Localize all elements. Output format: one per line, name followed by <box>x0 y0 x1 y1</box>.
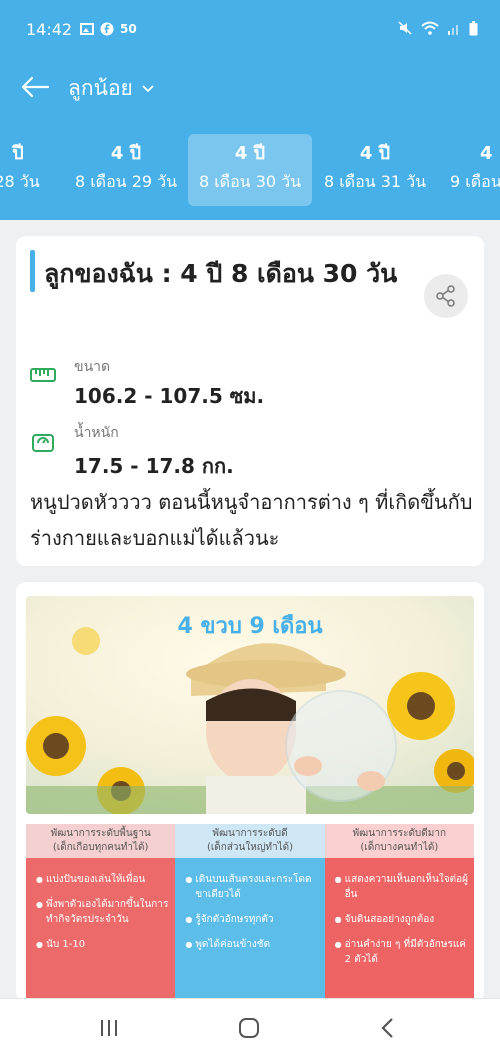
scale-icon <box>32 434 54 452</box>
level-column-good: พัฒนาการระดับดี (เด็กส่วนใหญ่ทำได้) เดิน… <box>175 824 325 1002</box>
recent-apps-icon[interactable] <box>94 1015 124 1041</box>
level-column-excellent: พัฒนาการระดับดีมาก (เด็กบางคนทำได้) แสดง… <box>324 824 474 1002</box>
infographic-title: 4 ขวบ 9 เดือน <box>177 614 323 639</box>
child-photo: 4 ขวบ 9 เดือน <box>26 596 474 814</box>
tab-age-selected[interactable]: 4 ปี 8 เดือน 30 วัน <box>188 134 312 206</box>
list-item: จับดินสออย่างถูกต้อง <box>335 912 468 927</box>
facebook-icon <box>100 22 114 36</box>
wifi-icon <box>421 21 439 35</box>
weight-value: 17.5 - 17.8 กก. <box>74 454 234 478</box>
notification-badge: 50 <box>120 22 137 36</box>
system-icons <box>397 20 478 36</box>
age-tabs: ปี 28 วัน 4 ปี 8 เดือน 29 วัน 4 ปี 8 เดื… <box>0 122 500 220</box>
list-item: พูดได้ค่อนข้างชัด <box>185 937 318 952</box>
mute-icon <box>398 21 412 35</box>
list-item: นับ 1-10 <box>36 937 169 952</box>
column-header: พัฒนาการระดับดี (เด็กส่วนใหญ่ทำได้) <box>175 824 325 858</box>
back-icon[interactable] <box>374 1015 404 1041</box>
share-button[interactable] <box>424 274 468 318</box>
tab-age[interactable]: 4 9 เดือน <box>440 134 500 206</box>
tab-age[interactable]: 4 ปี 8 เดือน 31 วัน <box>313 134 437 206</box>
home-icon[interactable] <box>234 1015 264 1041</box>
page-title: ลูกน้อย <box>68 76 133 100</box>
child-selector[interactable]: ลูกน้อย <box>68 72 155 105</box>
list-item: รู้จักตัวอักษรทุกตัว <box>185 912 318 927</box>
size-label: ขนาด <box>74 359 111 375</box>
ruler-icon <box>30 368 56 382</box>
app-bar: ลูกน้อย <box>0 62 500 122</box>
development-levels-table: พัฒนาการระดับพื้นฐาน (เด็กเกือบทุกคนทำได… <box>26 824 474 1002</box>
chevron-down-icon <box>142 84 154 92</box>
system-nav-bar <box>0 998 500 1056</box>
growth-card: ลูกของฉัน : 4 ปี 8 เดือน 30 วัน ขนาด 106… <box>16 236 484 566</box>
list-item: อ่านคำง่าย ๆ ที่มีตัวอักษรแค่ 2 ตัวได้ <box>335 937 468 967</box>
size-value: 106.2 - 107.5 ซม. <box>74 384 265 408</box>
column-header: พัฒนาการระดับดีมาก (เด็กบางคนทำได้) <box>324 824 474 858</box>
tab-age[interactable]: 4 ปี 8 เดือน 29 วัน <box>64 134 188 206</box>
infographic-card: 4 ขวบ 9 เดือน พัฒนาการระดับพื้นฐาน (เด็ก… <box>16 582 484 1002</box>
column-header: พัฒนาการระดับพื้นฐาน (เด็กเกือบทุกคนทำได… <box>26 824 176 858</box>
tab-age[interactable]: ปี 28 วัน <box>0 134 62 206</box>
signal-icon <box>448 25 458 35</box>
list-item: เดินบนเส้นตรงและกระโดดขาเดียวได้ <box>185 872 318 902</box>
child-age-heading: ลูกของฉัน : 4 ปี 8 เดือน 30 วัน <box>44 259 398 288</box>
gallery-icon <box>80 23 94 35</box>
share-icon <box>436 285 455 307</box>
list-item: พึ่งพาตัวเองได้มากขึ้นในการทำกิจวัตรประจ… <box>36 897 169 927</box>
level-column-basic: พัฒนาการระดับพื้นฐาน (เด็กเกือบทุกคนทำได… <box>26 824 176 1002</box>
battery-icon <box>469 20 478 35</box>
list-item: แสดงความเห็นอกเห็นใจต่อผู้อื่น <box>335 872 468 902</box>
status-bar: 14:42 50 <box>0 0 500 62</box>
back-arrow-icon[interactable] <box>18 70 52 104</box>
weight-label: น้ำหนัก <box>74 425 119 441</box>
list-item: แบ่งปันของเล่นให้เพื่อน <box>36 872 169 887</box>
status-time: 14:42 <box>26 20 73 39</box>
notification-icons: 50 <box>80 22 137 36</box>
development-note: หนูปวดหัวววว ตอนนี้หนูจำอาการต่าง ๆ ที่เ… <box>30 490 473 550</box>
accent-bar <box>30 250 35 292</box>
